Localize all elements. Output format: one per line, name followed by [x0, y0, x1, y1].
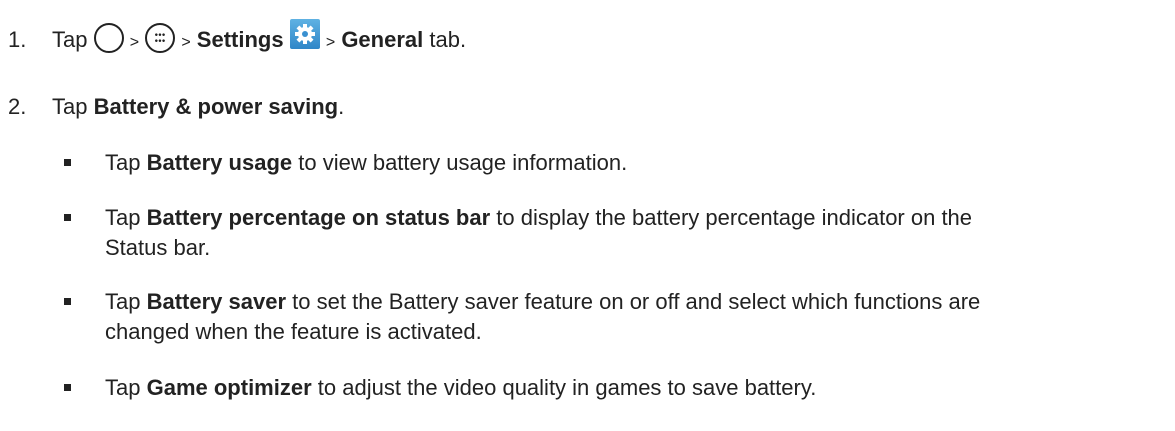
settings-label: Settings	[196, 27, 284, 52]
bullet-description-continued: Status bar.	[105, 235, 211, 260]
settings-gear-icon	[289, 19, 320, 50]
bullet-text: Tap Battery saver to set the Battery sav…	[105, 287, 1165, 347]
battery-power-saving-label: Battery & power saving	[93, 94, 339, 119]
step-text: Tap	[52, 27, 88, 52]
bullet-tap: Tap	[105, 205, 141, 230]
separator: >	[129, 34, 140, 51]
bullet-text: Tap Game optimizer to adjust the video q…	[105, 373, 1165, 403]
battery-percentage-label: Battery percentage on status bar	[146, 205, 491, 230]
separator: >	[325, 34, 336, 51]
bullet-description: to display the battery percentage indica…	[496, 205, 973, 230]
game-optimizer-label: Game optimizer	[146, 375, 312, 400]
step-text: .	[338, 94, 345, 119]
bullet-description-continued: changed when the feature is activated.	[105, 319, 482, 344]
bullet-tap: Tap	[105, 375, 141, 400]
home-button-icon	[93, 23, 124, 54]
battery-usage-label: Battery usage	[146, 150, 293, 175]
apps-icon: ••• •••	[145, 23, 176, 54]
step-2: 2. Tap Battery & power saving.	[8, 93, 344, 121]
general-label: General	[341, 27, 424, 52]
bullet-description: to adjust the video quality in games to …	[317, 375, 817, 400]
step-number: 2.	[8, 94, 27, 119]
step-number: 1.	[8, 27, 27, 52]
bullet-marker	[64, 384, 71, 391]
step-text: Tap	[52, 94, 88, 119]
separator: >	[181, 34, 191, 51]
bullet-marker	[64, 298, 71, 305]
bullet-text: Tap Battery usage to view battery usage …	[105, 148, 1165, 178]
bullet-marker	[64, 159, 71, 166]
document-page: 1. Tap > ••• ••• > Settings > General ta…	[0, 0, 1175, 431]
step-1: 1. Tap > ••• ••• > Settings > General ta…	[8, 19, 467, 57]
battery-saver-label: Battery saver	[146, 289, 287, 314]
bullet-tap: Tap	[105, 289, 141, 314]
bullet-description: to set the Battery saver feature on or o…	[292, 289, 981, 314]
step-text: tab.	[429, 27, 467, 52]
bullet-description: to view battery usage information.	[298, 150, 628, 175]
bullet-text: Tap Battery percentage on status bar to …	[105, 203, 1165, 263]
bullet-tap: Tap	[105, 150, 141, 175]
bullet-marker	[64, 214, 71, 221]
